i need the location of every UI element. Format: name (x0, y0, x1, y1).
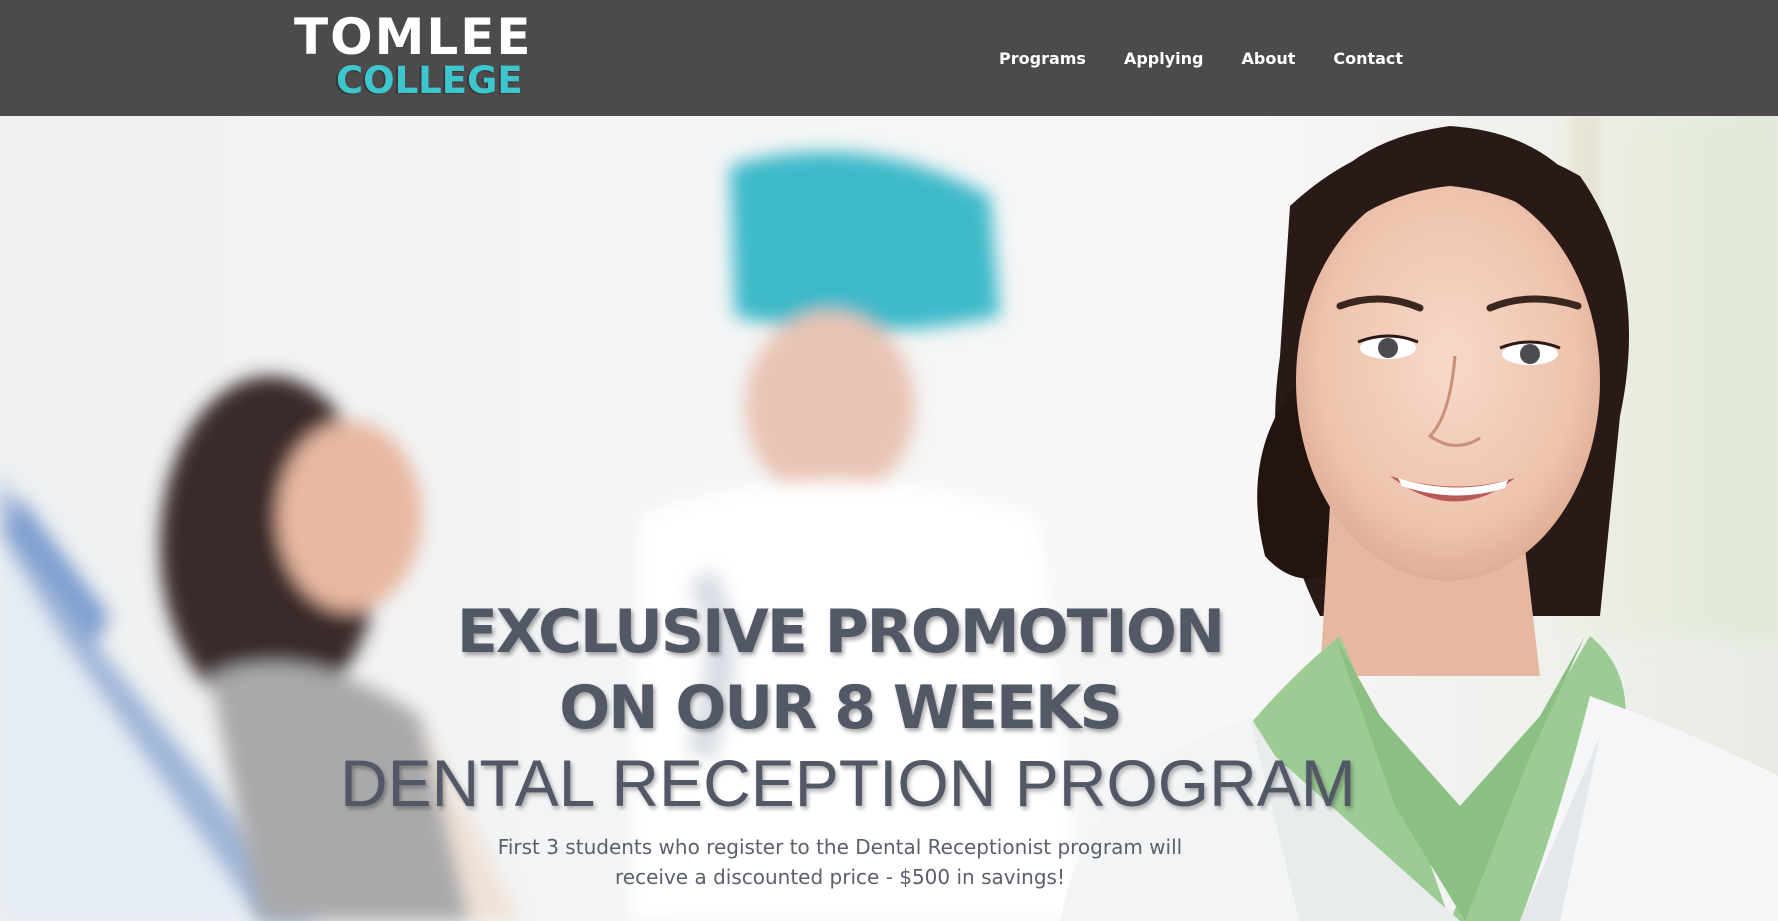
nav-link-about[interactable]: About (1241, 49, 1295, 68)
nav-link-applying[interactable]: Applying (1124, 49, 1204, 68)
page: TOMLEE COLLEGE Programs Applying About C… (0, 0, 1778, 921)
site-header: TOMLEE COLLEGE Programs Applying About C… (0, 0, 1778, 116)
headline-line-2: ON OUR 8 WEEKS (559, 673, 1122, 743)
headline-line-1: EXCLUSIVE PROMOTION (456, 597, 1225, 667)
nav-link-contact[interactable]: Contact (1333, 49, 1403, 68)
nav-link-programs[interactable]: Programs (999, 49, 1086, 68)
logo[interactable]: TOMLEE COLLEGE (294, 12, 531, 102)
promo-description: First 3 students who register to the Den… (497, 835, 1183, 889)
hero-text-block: EXCLUSIVE PROMOTION ON OUR 8 WEEKS DENTA… (340, 594, 1356, 892)
logo-wordmark-bottom: COLLEGE (336, 59, 523, 102)
main-nav: Programs Applying About Contact (980, 0, 1422, 116)
headline-line-3: DENTAL RECEPTION PROGRAM (340, 746, 1356, 820)
logo-wordmark-top: TOMLEE (294, 8, 533, 66)
hero-banner: EXCLUSIVE PROMOTION ON OUR 8 WEEKS DENTA… (0, 116, 1778, 921)
